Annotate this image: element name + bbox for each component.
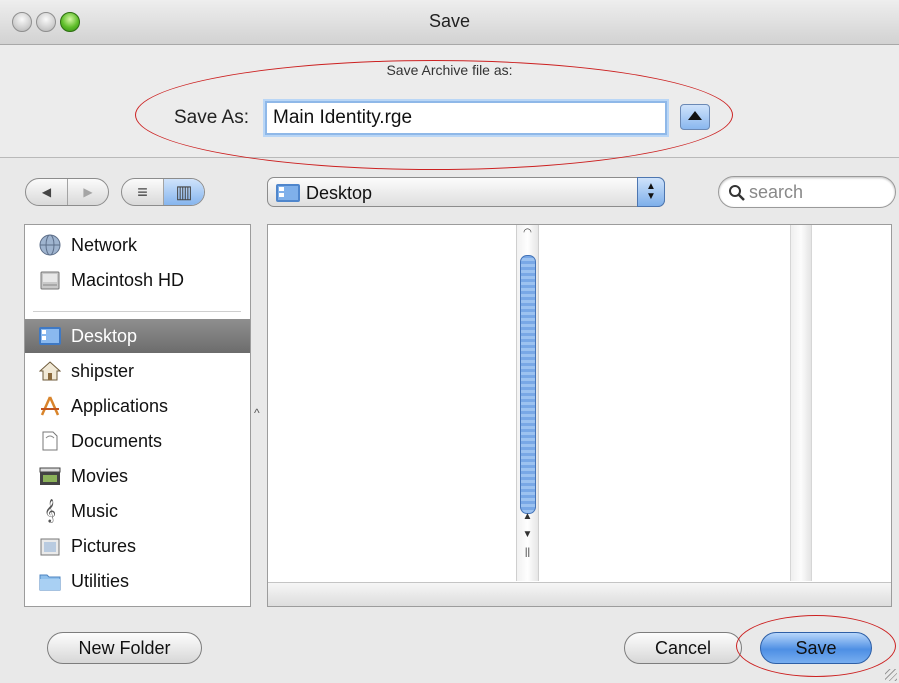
triangle-up-icon: [688, 111, 702, 120]
back-arrow-icon: ◀: [41, 185, 52, 199]
column-resize-grip-icon[interactable]: ||: [517, 547, 538, 558]
list-view-button[interactable]: ≡: [122, 179, 164, 205]
dialog-subtitle: Save Archive file as:: [386, 62, 513, 78]
horizontal-scrollbar[interactable]: [268, 582, 891, 606]
sidebar-item-label: Utilities: [71, 570, 130, 591]
column-view-button[interactable]: ▥: [164, 179, 204, 205]
documents-icon: [39, 430, 61, 452]
sidebar-item-pictures[interactable]: Pictures: [25, 529, 250, 563]
sidebar-item-label: Network: [71, 234, 138, 255]
scroll-up-arrow-icon[interactable]: ▲: [517, 511, 538, 522]
sidebar-divider: [33, 311, 241, 312]
sidebar-item-movies[interactable]: Movies: [25, 459, 250, 493]
sidebar-item-applications[interactable]: Applications: [25, 389, 250, 423]
resize-grip-icon[interactable]: [885, 669, 897, 681]
sidebar-item-label: Documents: [71, 430, 163, 451]
column-scrollbar[interactable]: ◠ ▲ ▼ ||: [516, 225, 539, 581]
scroll-down-arrow-icon[interactable]: ▼: [517, 529, 538, 540]
expand-dialog-button[interactable]: [680, 104, 710, 130]
sidebar: Network Macintosh HD Desktop shipster Ap…: [24, 224, 251, 607]
location-popup[interactable]: Desktop ▲ ▼: [267, 177, 665, 207]
sidebar-item-label: Macintosh HD: [71, 269, 185, 290]
popup-arrows-icon: ▲ ▼: [637, 177, 665, 207]
save-button[interactable]: Save: [760, 632, 872, 664]
forward-arrow-icon: ▶: [83, 185, 93, 199]
sidebar-item-network[interactable]: Network: [25, 228, 250, 262]
folder-icon: [39, 570, 61, 592]
search-placeholder: search: [749, 182, 804, 202]
applications-icon: [39, 395, 61, 417]
sidebar-item-utilities[interactable]: Utilities: [25, 564, 250, 598]
column-view-icon: ▥: [175, 181, 193, 202]
sidebar-item-desktop[interactable]: Desktop: [25, 319, 250, 353]
sidebar-splitter-grip[interactable]: ^: [254, 406, 260, 420]
sidebar-item-label: Desktop: [71, 325, 138, 346]
list-view-icon: ≡: [137, 181, 148, 202]
sidebar-item-label: Music: [71, 500, 119, 521]
hard-drive-icon: [39, 269, 61, 291]
home-icon: [39, 360, 61, 382]
file-browser: ◠ ▲ ▼ ||: [267, 224, 892, 607]
movies-icon: [39, 465, 61, 487]
window-title: Save: [428, 11, 471, 31]
back-button[interactable]: ◀: [26, 179, 68, 205]
sidebar-item-macintosh-hd[interactable]: Macintosh HD: [25, 263, 250, 297]
cancel-button[interactable]: Cancel: [624, 632, 742, 664]
sidebar-item-music[interactable]: 𝄞 Music: [25, 494, 250, 528]
filename-input[interactable]: Main Identity.rge: [265, 101, 667, 135]
view-mode-control: ≡ ▥: [121, 178, 205, 206]
back-forward-control: ◀ ▶: [25, 178, 109, 206]
save-dialog-window: Save Save Archive file as: Save As: Main…: [0, 0, 899, 683]
sidebar-item-label: shipster: [71, 360, 135, 381]
column-divider: [790, 225, 812, 581]
search-field[interactable]: search: [718, 176, 896, 208]
desktop-icon: [276, 184, 300, 202]
scrollbar-thumb[interactable]: [520, 255, 536, 514]
new-folder-button[interactable]: New Folder: [47, 632, 202, 664]
pictures-icon: [39, 535, 61, 557]
network-icon: [39, 234, 61, 256]
magnifier-icon: [729, 185, 745, 201]
sidebar-item-label: Applications: [71, 395, 169, 416]
sidebar-item-shipster[interactable]: shipster: [25, 354, 250, 388]
save-as-label: Save As:: [174, 107, 249, 128]
sidebar-item-documents[interactable]: Documents: [25, 424, 250, 458]
sidebar-item-label: Pictures: [71, 535, 137, 556]
desktop-icon: [39, 325, 61, 347]
title-bar: Save: [0, 0, 899, 45]
location-label: Desktop: [306, 183, 373, 203]
scroll-cap-icon: ◠: [523, 227, 532, 238]
music-icon: 𝄞: [44, 499, 56, 522]
sidebar-item-label: Movies: [71, 465, 129, 486]
forward-button[interactable]: ▶: [68, 179, 108, 205]
